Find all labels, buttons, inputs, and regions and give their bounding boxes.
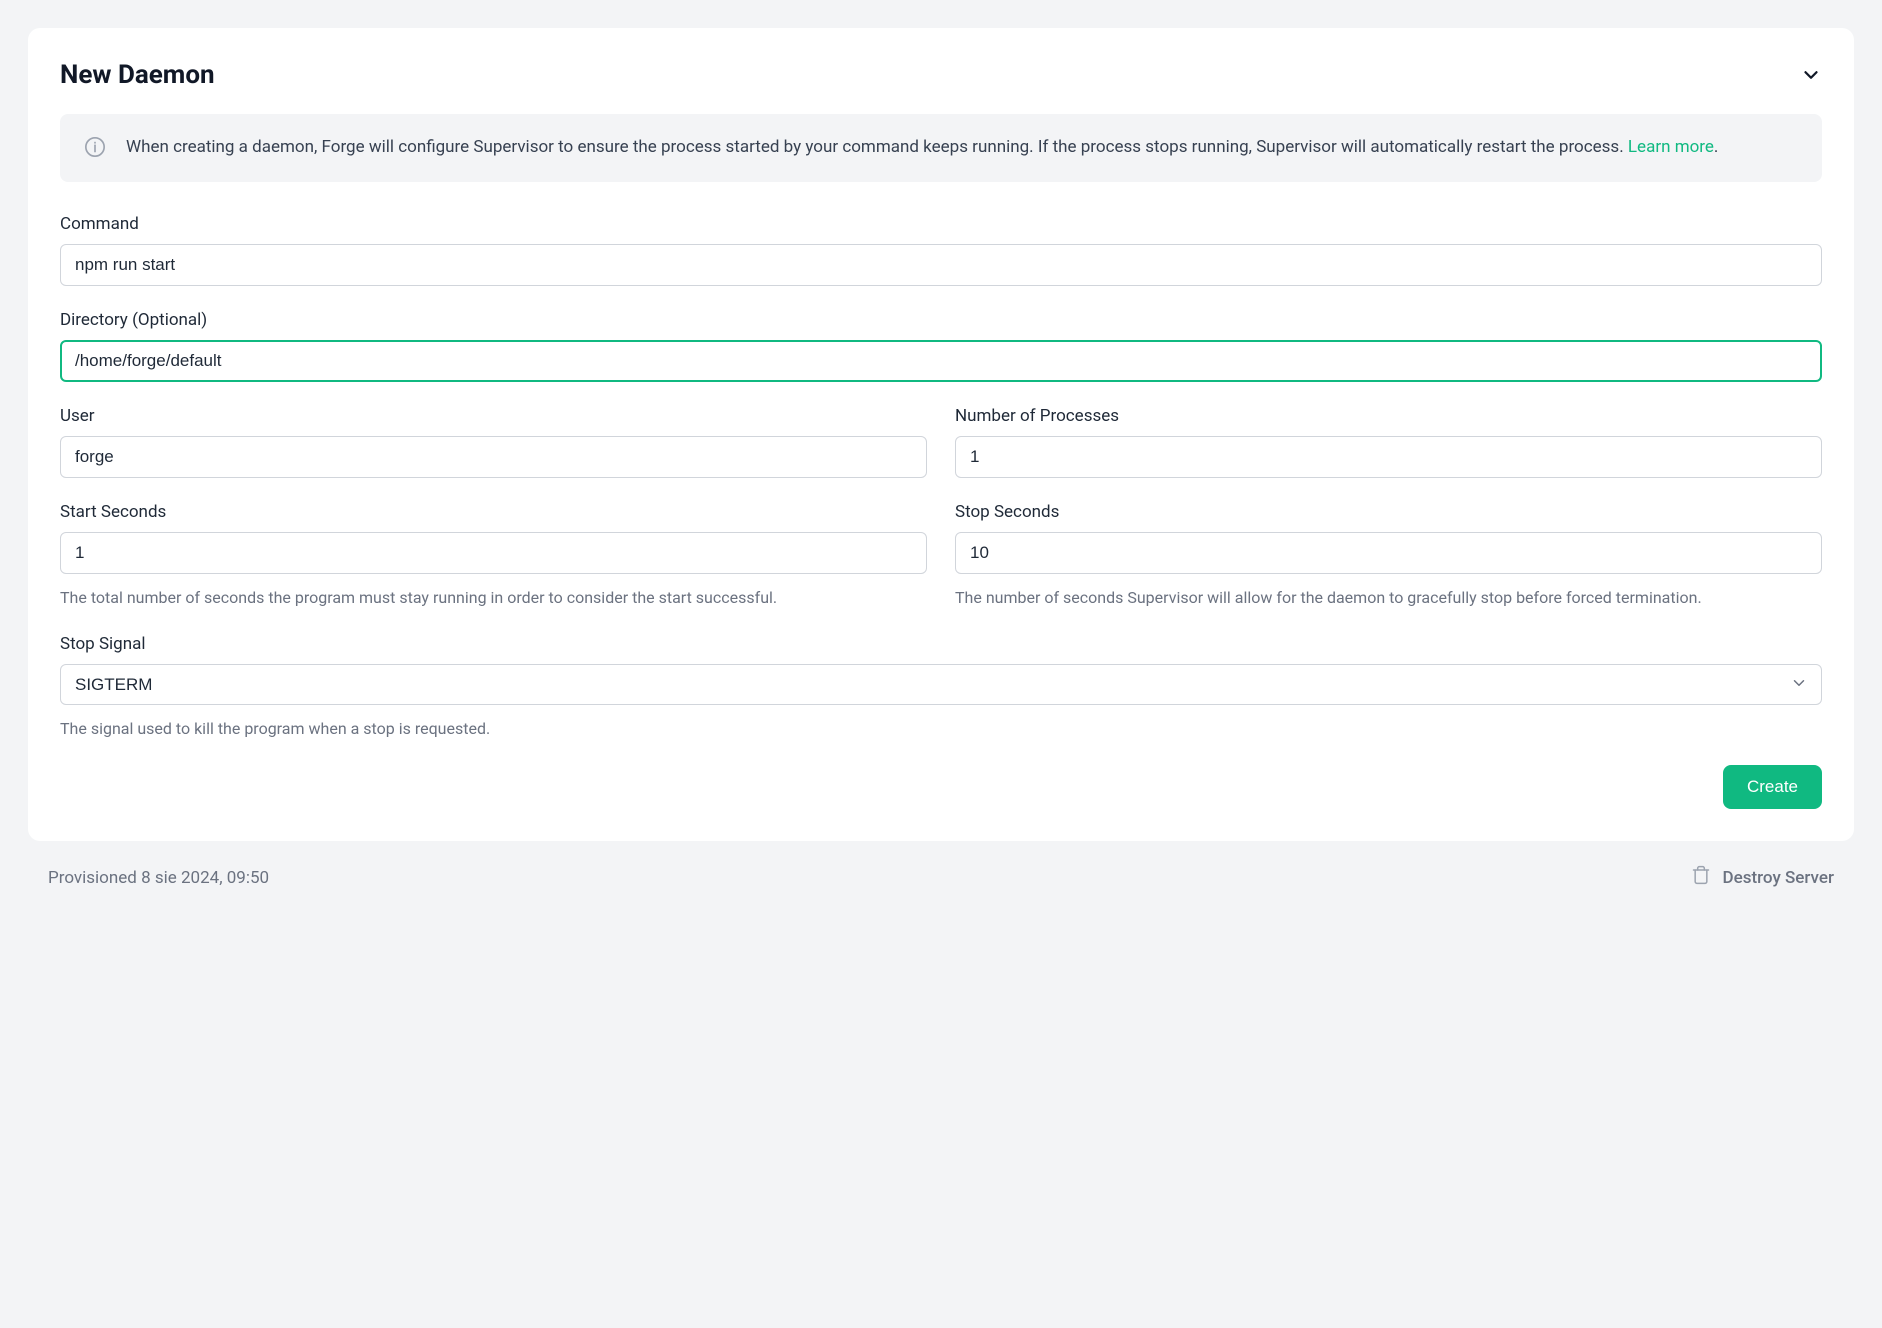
start-seconds-help: The total number of seconds the program … (60, 586, 927, 610)
learn-more-link[interactable]: Learn more (1628, 137, 1714, 157)
stop-seconds-input[interactable] (955, 532, 1822, 574)
stop-seconds-label: Stop Seconds (955, 502, 1822, 522)
trash-icon (1691, 865, 1711, 890)
stop-signal-help: The signal used to kill the program when… (60, 717, 1822, 741)
user-input[interactable] (60, 436, 927, 478)
user-processes-row: User Number of Processes (60, 406, 1822, 478)
chevron-down-icon (1800, 64, 1822, 86)
new-daemon-card: New Daemon When creating a daemon, Forge… (28, 28, 1854, 841)
processes-label: Number of Processes (955, 406, 1822, 426)
destroy-server-label: Destroy Server (1723, 868, 1834, 888)
stop-signal-group: Stop Signal SIGTERM The signal used to k… (60, 634, 1822, 741)
directory-input[interactable] (60, 340, 1822, 382)
footer: Provisioned 8 sie 2024, 09:50 Destroy Se… (28, 841, 1854, 890)
command-group: Command (60, 214, 1822, 286)
info-icon (84, 136, 106, 162)
seconds-row: Start Seconds The total number of second… (60, 502, 1822, 610)
command-input[interactable] (60, 244, 1822, 286)
info-message: When creating a daemon, Forge will confi… (126, 137, 1624, 157)
button-row: Create (60, 765, 1822, 809)
card-header: New Daemon (60, 60, 1822, 90)
create-button[interactable]: Create (1723, 765, 1822, 809)
stop-signal-select-wrapper: SIGTERM (60, 664, 1822, 705)
start-seconds-input[interactable] (60, 532, 927, 574)
info-period: . (1714, 137, 1718, 157)
info-box: When creating a daemon, Forge will confi… (60, 114, 1822, 182)
command-label: Command (60, 214, 1822, 234)
page-title: New Daemon (60, 60, 215, 90)
start-seconds-label: Start Seconds (60, 502, 927, 522)
directory-group: Directory (Optional) (60, 310, 1822, 382)
start-seconds-group: Start Seconds The total number of second… (60, 502, 927, 610)
stop-signal-label: Stop Signal (60, 634, 1822, 654)
collapse-toggle[interactable] (1800, 64, 1822, 86)
processes-group: Number of Processes (955, 406, 1822, 478)
stop-signal-select[interactable]: SIGTERM (60, 664, 1822, 705)
processes-input[interactable] (955, 436, 1822, 478)
user-group: User (60, 406, 927, 478)
directory-label: Directory (Optional) (60, 310, 1822, 330)
stop-seconds-group: Stop Seconds The number of seconds Super… (955, 502, 1822, 610)
provisioned-text: Provisioned 8 sie 2024, 09:50 (48, 868, 269, 888)
info-text: When creating a daemon, Forge will confi… (126, 134, 1718, 160)
stop-seconds-help: The number of seconds Supervisor will al… (955, 586, 1822, 610)
destroy-server-button[interactable]: Destroy Server (1691, 865, 1834, 890)
user-label: User (60, 406, 927, 426)
